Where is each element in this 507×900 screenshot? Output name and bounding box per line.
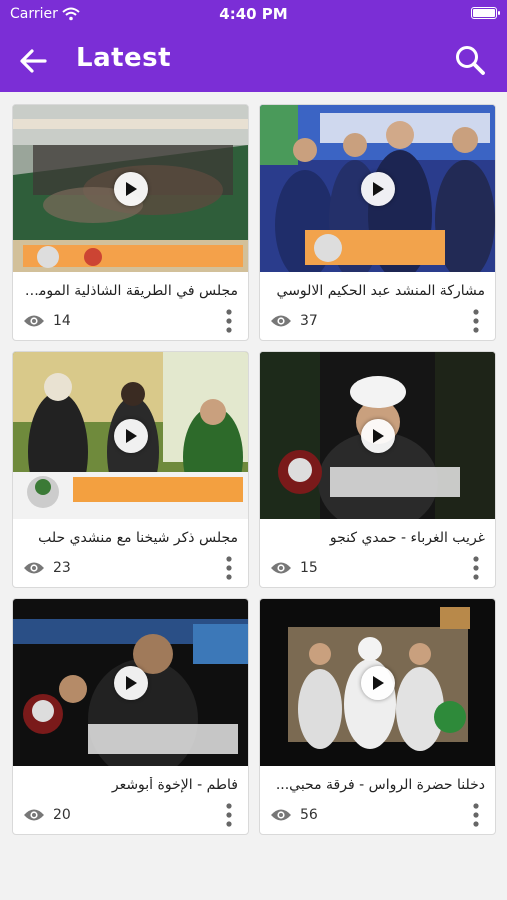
video-thumbnail xyxy=(13,599,248,766)
video-card[interactable]: فاطم - الإخوة أبوشعر 20 xyxy=(12,598,249,835)
view-count-value: 14 xyxy=(53,313,71,329)
play-icon xyxy=(113,171,148,206)
more-vert-icon xyxy=(473,309,479,333)
play-icon xyxy=(113,665,148,700)
view-count-value: 20 xyxy=(53,807,71,823)
eye-icon xyxy=(271,562,291,574)
view-count: 14 xyxy=(23,311,71,331)
view-count-value: 37 xyxy=(300,313,318,329)
more-vert-icon xyxy=(226,556,232,580)
search-button[interactable] xyxy=(451,41,489,79)
back-button[interactable] xyxy=(16,44,50,78)
eye-icon xyxy=(271,809,291,821)
more-vert-icon xyxy=(473,803,479,827)
battery-icon xyxy=(471,7,500,19)
play-icon xyxy=(360,171,395,206)
search-icon xyxy=(456,46,485,75)
video-title: فاطم - الإخوة أبوشعر xyxy=(111,777,238,793)
play-icon xyxy=(360,665,395,700)
video-title: دخلنا حضرة الرواس - فرقة محبي... xyxy=(275,777,485,793)
video-title: غريب الغرباء - حمدي كنجو xyxy=(329,530,485,546)
status-time: 4:40 PM xyxy=(219,5,288,23)
view-count: 15 xyxy=(270,558,318,578)
view-count: 37 xyxy=(270,311,318,331)
arrow-left-icon xyxy=(20,49,47,73)
more-options-button[interactable] xyxy=(465,800,487,830)
video-thumbnail xyxy=(13,352,248,519)
more-options-button[interactable] xyxy=(465,306,487,336)
eye-icon xyxy=(271,315,291,327)
video-thumbnail xyxy=(260,599,495,766)
view-count: 20 xyxy=(23,805,71,825)
view-count-value: 23 xyxy=(53,560,71,576)
view-count: 56 xyxy=(270,805,318,825)
video-card[interactable]: دخلنا حضرة الرواس - فرقة محبي... 56 xyxy=(259,598,496,835)
more-options-button[interactable] xyxy=(218,306,240,336)
view-count-value: 56 xyxy=(300,807,318,823)
video-title: مجلس في الطريقة الشاذلية المومنية xyxy=(23,283,238,299)
view-count: 23 xyxy=(23,558,71,578)
video-thumbnail xyxy=(13,105,248,272)
video-thumbnail xyxy=(260,105,495,272)
play-icon xyxy=(113,418,148,453)
video-card[interactable]: مجلس ذكر شيخنا مع منشدي حلب 23 xyxy=(12,351,249,588)
app-bar: Latest xyxy=(0,28,507,92)
page-title: Latest xyxy=(76,43,172,73)
video-title: مشاركة المنشد عبد الحكيم الالوسي xyxy=(276,283,485,299)
more-vert-icon xyxy=(226,309,232,333)
more-vert-icon xyxy=(473,556,479,580)
eye-icon xyxy=(24,315,44,327)
more-options-button[interactable] xyxy=(465,553,487,583)
status-bar: Carrier 4:40 PM xyxy=(0,0,507,28)
play-icon xyxy=(360,418,395,453)
eye-icon xyxy=(24,809,44,821)
more-options-button[interactable] xyxy=(218,800,240,830)
more-options-button[interactable] xyxy=(218,553,240,583)
video-card[interactable]: غريب الغرباء - حمدي كنجو 15 xyxy=(259,351,496,588)
eye-icon xyxy=(24,562,44,574)
more-vert-icon xyxy=(226,803,232,827)
video-title: مجلس ذكر شيخنا مع منشدي حلب xyxy=(38,530,238,546)
video-thumbnail xyxy=(260,352,495,519)
video-card[interactable]: مشاركة المنشد عبد الحكيم الالوسي 37 xyxy=(259,104,496,341)
view-count-value: 15 xyxy=(300,560,318,576)
video-card[interactable]: مجلس في الطريقة الشاذلية المومنية 14 xyxy=(12,104,249,341)
